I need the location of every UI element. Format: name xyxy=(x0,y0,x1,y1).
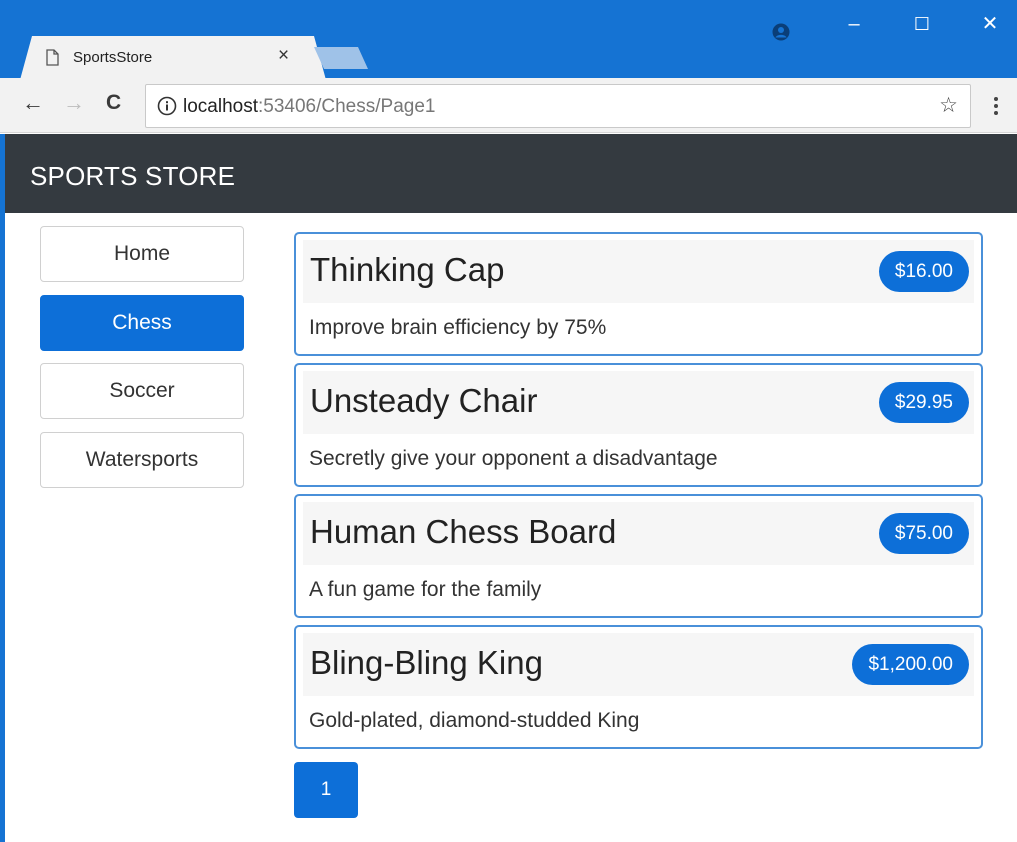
product-name: Bling-Bling King xyxy=(310,644,543,681)
product-description: Improve brain efficiency by 75% xyxy=(309,316,607,339)
price-badge: $29.95 xyxy=(878,382,969,423)
product-card: Unsteady Chair $29.95 Secretly give your… xyxy=(294,363,983,487)
product-card: Thinking Cap $16.00 Improve brain effici… xyxy=(294,232,983,356)
product-name: Thinking Cap xyxy=(310,251,505,288)
product-card-header: Unsteady Chair $29.95 xyxy=(303,371,974,434)
product-name: Human Chess Board xyxy=(310,513,617,550)
category-soccer-button[interactable]: Soccer xyxy=(40,363,244,419)
back-button[interactable]: ← xyxy=(22,92,44,114)
category-home-button[interactable]: Home xyxy=(40,226,244,282)
close-window-button[interactable]: ✕ xyxy=(975,14,1005,34)
url-text[interactable]: localhost:53406/Chess/Page1 xyxy=(183,96,435,118)
info-icon[interactable] xyxy=(157,96,177,116)
tab-close-icon[interactable]: × xyxy=(278,45,289,67)
tab-title: SportsStore xyxy=(73,49,153,66)
star-icon[interactable]: ☆ xyxy=(939,95,958,117)
product-card: Bling-Bling King $1,200.00 Gold-plated, … xyxy=(294,625,983,749)
product-description: A fun game for the family xyxy=(309,578,542,601)
product-card: Human Chess Board $75.00 A fun game for … xyxy=(294,494,983,618)
document-icon xyxy=(46,49,59,66)
product-description: Gold-plated, diamond-studded King xyxy=(309,709,640,732)
product-card-header: Human Chess Board $75.00 xyxy=(303,502,974,565)
browser-tab-sportsstore[interactable]: SportsStore × xyxy=(20,36,326,80)
product-card-header: Bling-Bling King $1,200.00 xyxy=(303,633,974,696)
category-chess-button[interactable]: Chess xyxy=(40,295,244,351)
minimize-button[interactable]: – xyxy=(839,14,869,34)
maximize-button[interactable]: ☐ xyxy=(907,14,937,34)
window-border xyxy=(0,134,5,842)
product-description: Secretly give your opponent a disadvanta… xyxy=(309,447,718,470)
forward-button[interactable]: → xyxy=(63,92,85,114)
address-bar[interactable]: localhost:53406/Chess/Page1 ☆ xyxy=(145,84,971,128)
page-1-button[interactable]: 1 xyxy=(294,762,358,818)
menu-icon[interactable] xyxy=(990,94,1002,118)
site-brand: SPORTS STORE xyxy=(30,161,236,191)
account-icon[interactable] xyxy=(772,23,790,41)
price-badge: $75.00 xyxy=(878,513,969,554)
product-name: Unsteady Chair xyxy=(310,382,538,419)
category-watersports-button[interactable]: Watersports xyxy=(40,432,244,488)
price-badge: $16.00 xyxy=(878,251,969,292)
site-header: SPORTS STORE xyxy=(5,134,1017,213)
reload-button[interactable]: C xyxy=(106,92,121,114)
price-badge: $1,200.00 xyxy=(852,644,969,685)
product-card-header: Thinking Cap $16.00 xyxy=(303,240,974,303)
